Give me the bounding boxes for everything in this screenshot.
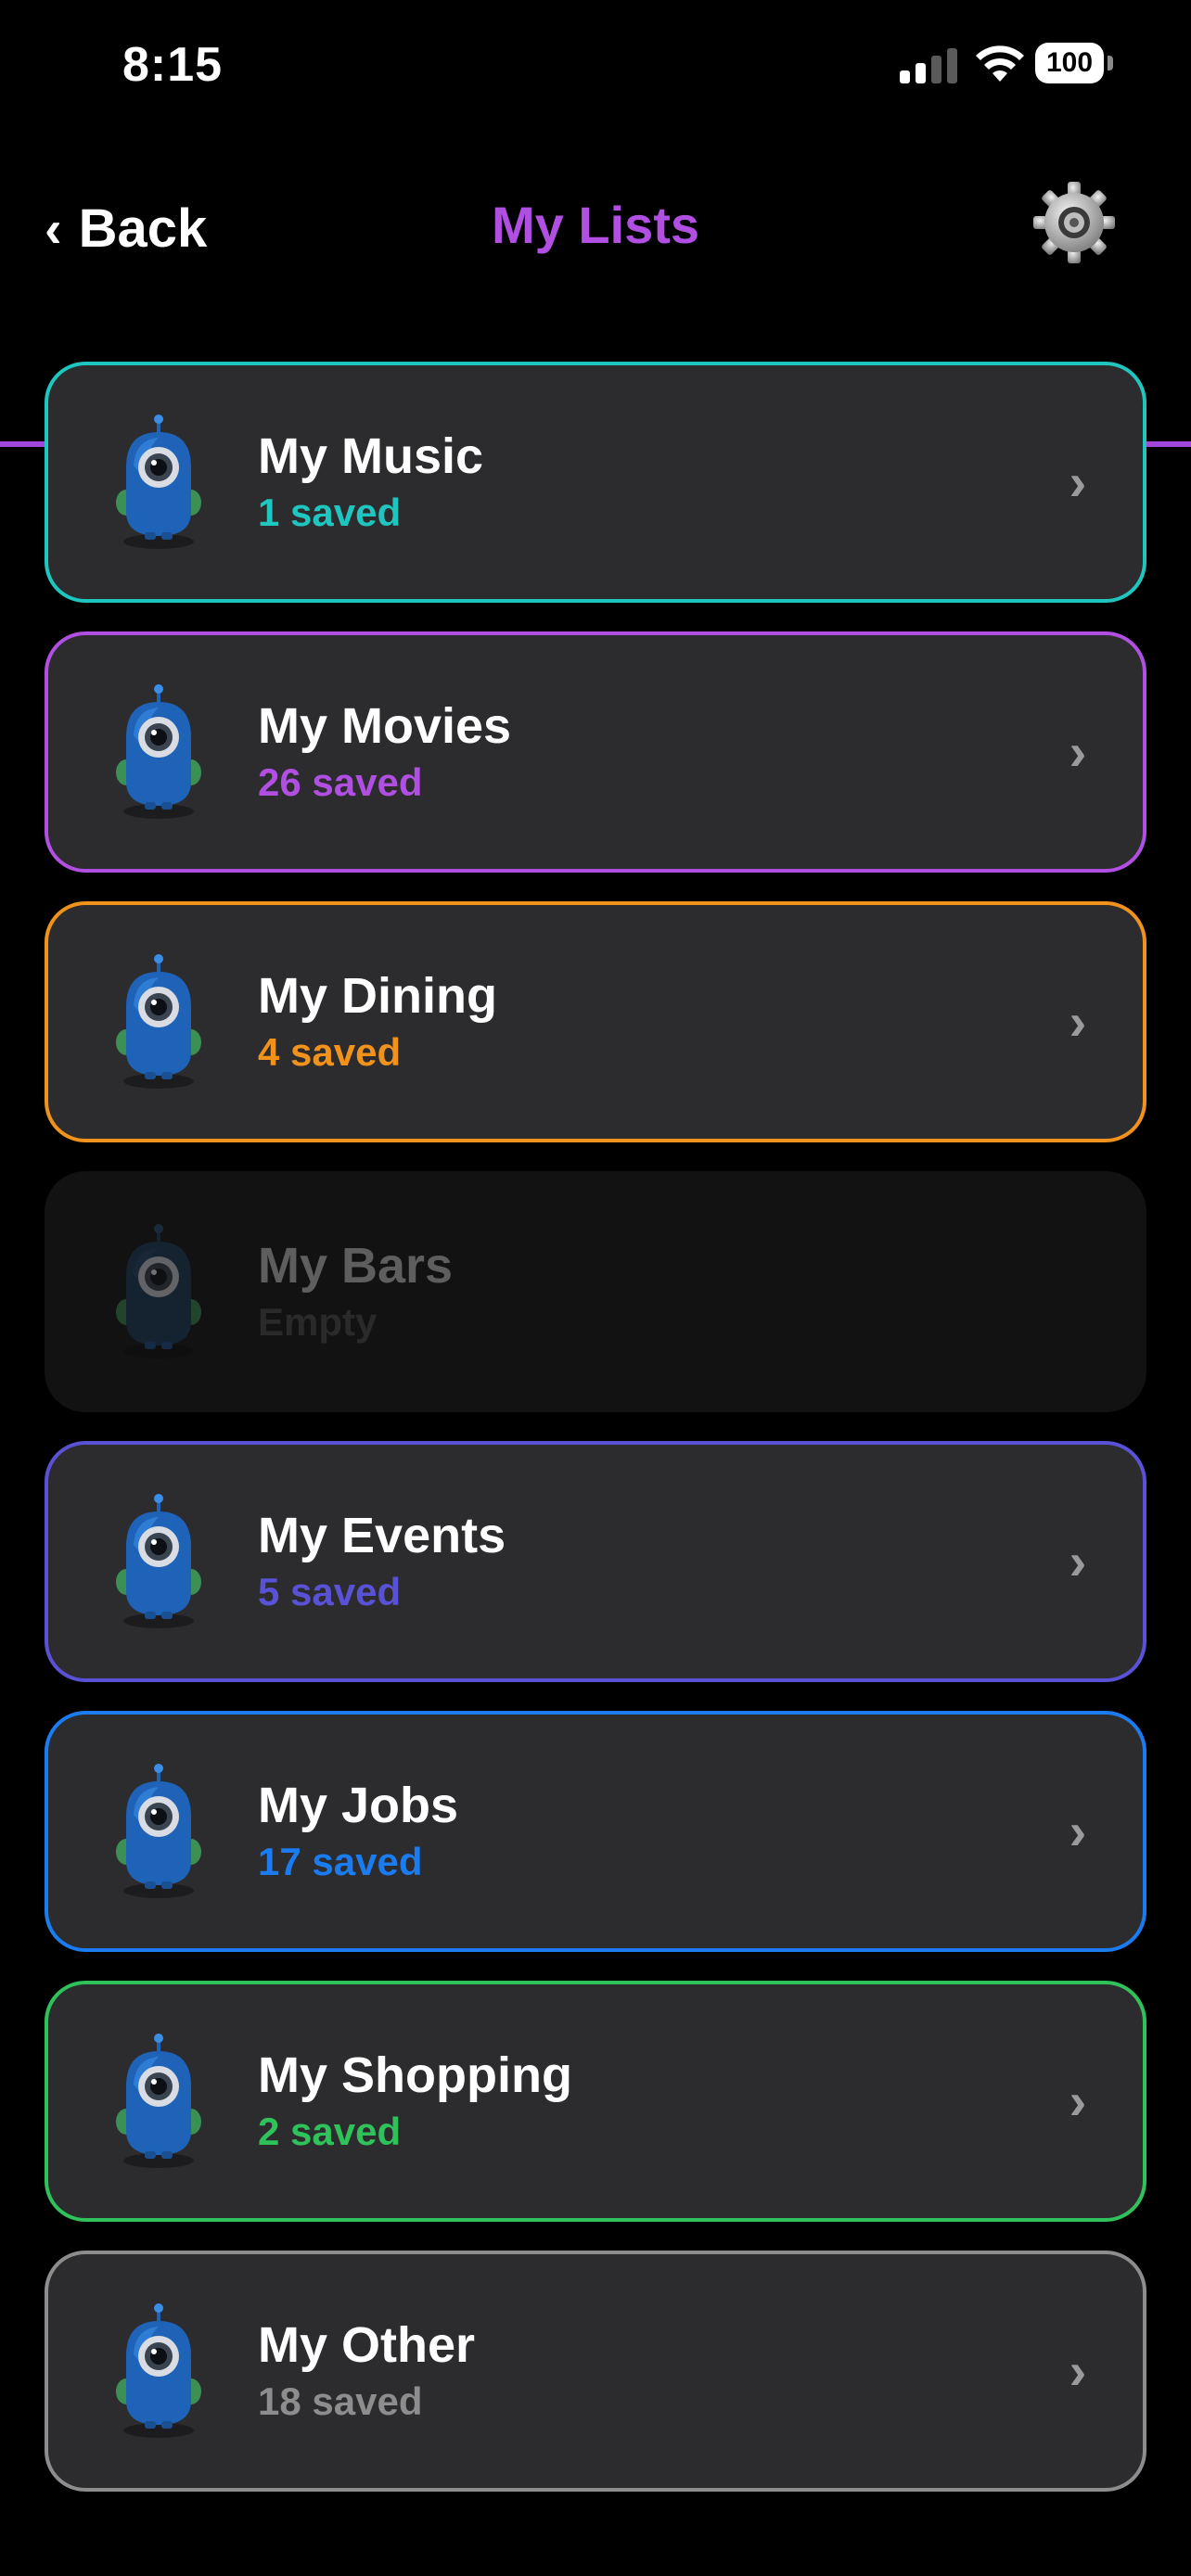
wifi-icon (976, 45, 1024, 82)
list-title: My Events (258, 1508, 506, 1563)
lists-container: My Music 1 saved › My Movies 26 saved › (45, 362, 1146, 2520)
list-count: 4 saved (258, 1030, 402, 1074)
list-card-my-jobs[interactable]: My Jobs 17 saved › (45, 1711, 1146, 1952)
chevron-right-icon: › (1069, 722, 1087, 781)
chevron-right-icon: › (1069, 453, 1087, 511)
robot-shopping-bag-icon (116, 2034, 201, 2168)
chevron-right-icon: › (1069, 992, 1087, 1051)
robot-clapperboard-icon (116, 684, 201, 819)
list-title: My Bars (258, 1238, 454, 1294)
list-card-text: My Shopping 2 saved (258, 2046, 572, 2159)
list-card-text: My Other 18 saved (258, 2315, 475, 2429)
chevron-right-icon: › (1069, 2072, 1087, 2130)
chevron-right-icon: › (1069, 2341, 1087, 2400)
list-count: 2 saved (258, 2110, 402, 2153)
list-card-my-dining[interactable]: My Dining 4 saved › (45, 901, 1146, 1142)
list-count: Empty (258, 1300, 378, 1344)
navigation-bar: ‹ Back My Lists (0, 130, 1191, 447)
list-card-text: My Events 5 saved (258, 1506, 506, 1619)
list-count: 5 saved (258, 1570, 402, 1613)
list-title: My Shopping (258, 2047, 572, 2103)
robot-ticket-icon (116, 1494, 201, 1628)
list-title: My Dining (258, 968, 497, 1024)
robot-question-icon (116, 2303, 201, 2438)
list-count: 17 saved (258, 1840, 423, 1883)
battery-level: 100 (1035, 43, 1104, 83)
battery-icon: 100 (1035, 43, 1115, 85)
chevron-right-icon: › (1069, 1802, 1087, 1860)
list-count: 18 saved (258, 2379, 423, 2423)
robot-briefcase-icon (116, 1764, 201, 1898)
status-bar: 8:15 100 (0, 0, 1191, 130)
list-card-my-shopping[interactable]: My Shopping 2 saved › (45, 1981, 1146, 2222)
list-card-text: My Jobs 17 saved (258, 1776, 458, 1889)
list-card-my-bars: My Bars Empty › (45, 1171, 1146, 1412)
list-card-my-events[interactable]: My Events 5 saved › (45, 1441, 1146, 1682)
status-time: 8:15 (122, 38, 224, 92)
list-count: 1 saved (258, 491, 402, 534)
page-title: My Lists (491, 196, 700, 254)
gear-icon[interactable] (1028, 176, 1121, 269)
list-card-my-other[interactable]: My Other 18 saved › (45, 2251, 1146, 2492)
list-card-text: My Dining 4 saved (258, 966, 497, 1079)
chevron-right-icon: › (1069, 1532, 1087, 1590)
robot-headphones-icon (116, 414, 201, 549)
list-card-text: My Bars Empty (258, 1236, 453, 1349)
list-title: My Jobs (258, 1778, 459, 1833)
list-title: My Other (258, 2317, 476, 2373)
robot-cocktail-icon (116, 1224, 201, 1358)
list-card-text: My Music 1 saved (258, 427, 483, 540)
list-title: My Movies (258, 698, 512, 754)
list-title: My Music (258, 428, 484, 484)
list-card-text: My Movies 26 saved (258, 696, 511, 810)
list-card-my-music[interactable]: My Music 1 saved › (45, 362, 1146, 603)
list-card-my-movies[interactable]: My Movies 26 saved › (45, 631, 1146, 873)
cellular-signal-icon (900, 48, 957, 83)
list-count: 26 saved (258, 760, 423, 804)
robot-chef-icon (116, 954, 201, 1089)
